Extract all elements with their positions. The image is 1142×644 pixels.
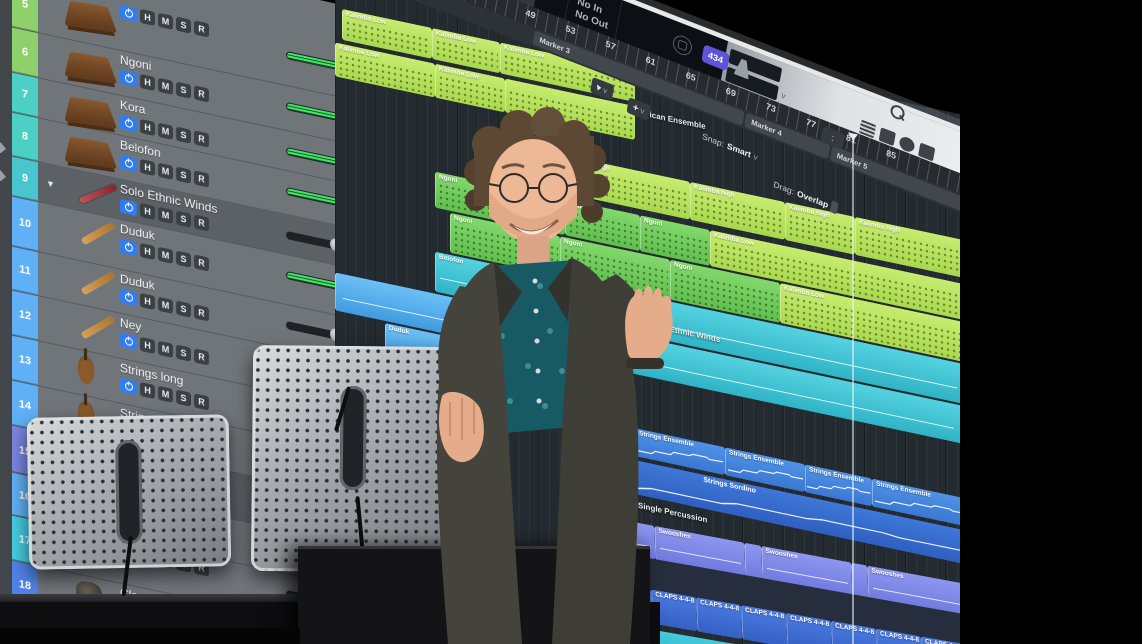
balafon-icon: [64, 96, 118, 130]
bar-number: 85: [885, 147, 898, 162]
chevron-down-icon[interactable]: v: [781, 91, 787, 101]
drag-menu[interactable]: Drag: Overlap: [772, 176, 840, 216]
track-R-button[interactable]: R: [194, 393, 209, 411]
track-H-button[interactable]: H: [140, 242, 155, 261]
track-power-button[interactable]: [120, 377, 137, 396]
region[interactable]: CLAPS 4-4-8: [696, 597, 743, 640]
snap-menu[interactable]: Snap: Smart v: [701, 128, 759, 165]
track-S-button[interactable]: S: [176, 250, 191, 268]
track-S-button[interactable]: S: [176, 389, 191, 407]
bar-number: 49: [524, 7, 537, 21]
track-M-button[interactable]: M: [158, 77, 173, 95]
track-M-button[interactable]: M: [158, 340, 173, 358]
track-power-button[interactable]: [120, 114, 137, 133]
track-S-button[interactable]: S: [176, 126, 191, 144]
track-R-button[interactable]: R: [194, 170, 209, 188]
bar-number: 53: [564, 23, 577, 37]
watch-band: [626, 358, 664, 369]
balafon-icon: [64, 136, 118, 170]
stage-darkness: [960, 0, 1142, 644]
track-number[interactable]: 7: [12, 72, 38, 118]
track-M-button[interactable]: M: [158, 122, 173, 140]
track-number[interactable]: 8: [12, 112, 38, 162]
track-power-button[interactable]: [120, 198, 137, 217]
track-S-button[interactable]: S: [176, 210, 191, 228]
track-H-button[interactable]: H: [140, 158, 155, 177]
track-power-button[interactable]: [120, 4, 137, 23]
stage-photo: { "app": {"name": "Logic Pro"}, "lcd": {…: [0, 0, 1142, 644]
track-R-button[interactable]: R: [194, 348, 209, 366]
window-left-edge: [0, 0, 12, 644]
balafon-icon: [64, 0, 118, 34]
track-H-button[interactable]: H: [140, 73, 155, 92]
track-H-button[interactable]: H: [140, 8, 155, 27]
search-icon[interactable]: [889, 102, 906, 122]
stepper-icon[interactable]: [830, 200, 840, 215]
track-M-button[interactable]: M: [158, 246, 173, 264]
display-stand-slot: [115, 439, 143, 545]
bar-number: 77: [805, 116, 817, 130]
track-power-button[interactable]: [120, 69, 137, 88]
track-R-button[interactable]: R: [194, 214, 209, 232]
track-H-button[interactable]: H: [140, 292, 155, 311]
track-S-button[interactable]: S: [176, 300, 191, 318]
track-M-button[interactable]: M: [158, 12, 173, 30]
flute-icon: [80, 271, 117, 296]
flute-icon: [80, 315, 117, 340]
track-S-button[interactable]: S: [176, 81, 191, 99]
bar-number: 73: [765, 101, 777, 115]
track-H-button[interactable]: H: [140, 118, 155, 137]
track-power-button[interactable]: [120, 238, 137, 257]
track-H-button[interactable]: H: [140, 336, 155, 355]
track-S-button[interactable]: S: [176, 344, 191, 362]
balafon-icon: [64, 51, 118, 85]
stage-floor: [0, 628, 300, 644]
track-M-button[interactable]: M: [158, 162, 173, 180]
track-power-button[interactable]: [120, 332, 137, 351]
presenter: [436, 107, 673, 644]
track-M-button[interactable]: M: [158, 206, 173, 224]
pro-display-back-left: [26, 414, 232, 597]
track-H-button[interactable]: H: [140, 381, 155, 400]
track-R-button[interactable]: R: [194, 20, 209, 38]
track-power-button[interactable]: [120, 288, 137, 307]
track-S-button[interactable]: S: [176, 16, 191, 34]
flute-icon: [80, 221, 117, 246]
track-R-button[interactable]: R: [194, 304, 209, 322]
bar-number: 69: [725, 85, 737, 99]
panel-icon[interactable]: [0, 169, 6, 182]
track-R-button[interactable]: R: [194, 130, 209, 148]
bar-number: 61: [644, 54, 657, 68]
track-number[interactable]: 5: [12, 0, 38, 33]
region[interactable]: CLAPS 4-4-8: [741, 605, 788, 644]
track-M-button[interactable]: M: [158, 385, 173, 403]
bar-number: 65: [684, 69, 697, 84]
disclosure-triangle-icon[interactable]: ▼: [46, 178, 55, 190]
track-R-button[interactable]: R: [194, 254, 209, 272]
flute-red-icon: [78, 183, 118, 205]
bar-number: 57: [604, 38, 617, 53]
track-number[interactable]: 10: [12, 196, 38, 252]
track-M-button[interactable]: M: [158, 296, 173, 314]
presenter-neck: [517, 236, 549, 264]
track-R-button[interactable]: R: [194, 85, 209, 103]
panel-icon[interactable]: [0, 141, 6, 154]
track-number[interactable]: 9: [12, 156, 38, 202]
track-number[interactable]: 6: [12, 27, 38, 78]
track-number[interactable]: 11: [12, 246, 38, 296]
violin-icon: [78, 354, 94, 387]
track-H-button[interactable]: H: [140, 202, 155, 221]
playhead[interactable]: [852, 133, 854, 644]
track-number[interactable]: 12: [12, 290, 38, 341]
track-number[interactable]: 13: [12, 335, 38, 386]
track-power-button[interactable]: [120, 154, 137, 173]
track-S-button[interactable]: S: [176, 166, 191, 184]
